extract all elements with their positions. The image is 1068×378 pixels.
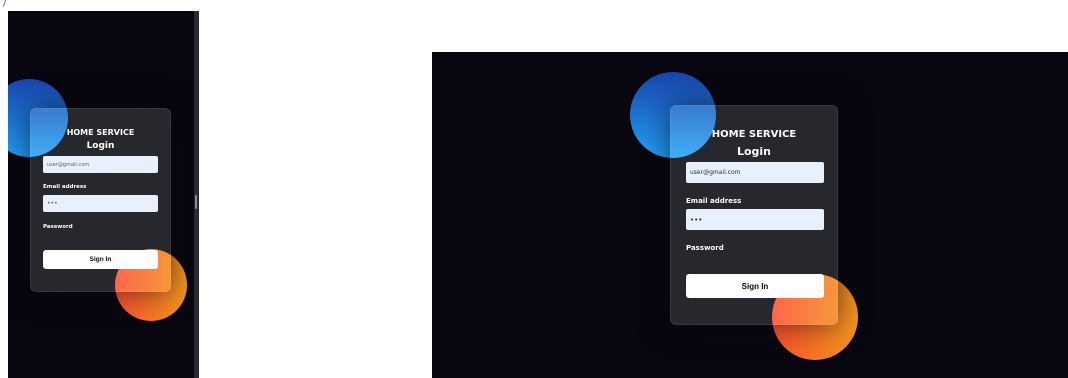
password-input[interactable]: •••: [43, 195, 158, 212]
split-divider[interactable]: [194, 11, 199, 378]
mobile-preview-panel: HOME SERVICE Login user@gmail.com Email …: [8, 11, 194, 378]
password-input-value: •••: [47, 200, 58, 207]
email-input[interactable]: user@gmail.com: [686, 162, 824, 183]
email-input-value: user@gmail.com: [690, 169, 741, 176]
screenshot-stage: / HOME SERVICE Login user@gmail.com Emai…: [0, 0, 1068, 378]
brand-title: HOME SERVICE: [711, 129, 797, 140]
email-input-value: user@gmail.com: [47, 161, 90, 168]
password-input-value: •••: [690, 215, 703, 224]
email-input[interactable]: user@gmail.com: [43, 156, 158, 173]
login-card: HOME SERVICE Login user@gmail.com Email …: [30, 108, 171, 292]
password-label: Password: [686, 244, 724, 252]
sign-in-button[interactable]: Sign In: [686, 274, 824, 298]
password-label: Password: [43, 224, 73, 230]
login-card: HOME SERVICE Login user@gmail.com Email …: [670, 105, 838, 325]
brand-title: HOME SERVICE: [66, 128, 135, 137]
email-label: Email address: [686, 197, 742, 205]
password-input[interactable]: •••: [686, 209, 824, 230]
login-heading: Login: [86, 141, 115, 151]
email-label: Email address: [43, 184, 87, 190]
login-heading: Login: [736, 145, 772, 158]
split-view-handle-icon[interactable]: [195, 195, 197, 209]
desktop-preview-panel: HOME SERVICE Login user@gmail.com Email …: [432, 52, 1068, 378]
corner-mark: /: [3, 0, 7, 9]
sign-in-button[interactable]: Sign In: [43, 250, 158, 269]
